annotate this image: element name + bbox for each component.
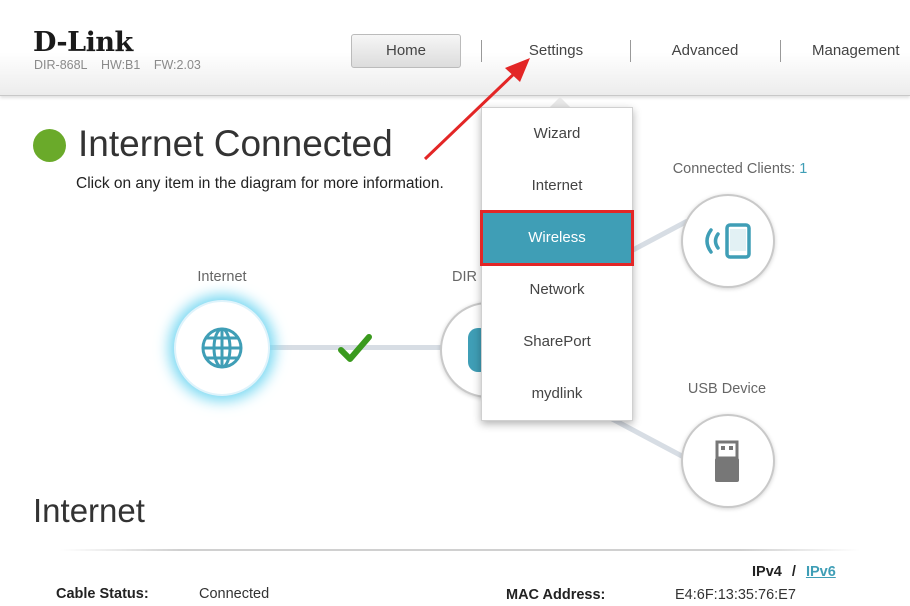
menu-item-wireless[interactable]: Wireless <box>480 210 634 266</box>
nav-advanced[interactable]: Advanced <box>640 34 770 68</box>
cable-status-label: Cable Status: <box>56 586 149 602</box>
header-bar: D-Link DIR-868L HW:B1 FW:2.03 Home Setti… <box>0 0 910 96</box>
internet-section-title: Internet <box>33 492 145 529</box>
section-divider <box>60 549 860 551</box>
page-subtitle: Click on any item in the diagram for mor… <box>76 175 444 192</box>
menu-item-internet[interactable]: Internet <box>482 160 632 212</box>
wireless-device-icon <box>705 223 751 259</box>
ip-separator: / <box>791 564 796 580</box>
menu-item-network[interactable]: Network <box>482 264 632 316</box>
clients-count: 1 <box>799 161 808 177</box>
menu-item-mydlink[interactable]: mydlink <box>482 368 632 420</box>
nav-home-button[interactable]: Home <box>351 34 461 68</box>
ip-version-switch: IPv4 / IPv6 <box>752 564 836 580</box>
clients-node-label: Connected Clients: 1 <box>655 161 825 177</box>
globe-icon <box>201 327 243 369</box>
menu-item-shareport[interactable]: SharePort <box>482 316 632 368</box>
clients-node[interactable] <box>681 194 775 288</box>
nav-settings[interactable]: Settings <box>491 34 621 68</box>
clients-label-text: Connected Clients: <box>672 161 796 177</box>
nav-separator <box>780 40 781 62</box>
cable-status-value: Connected <box>199 586 270 602</box>
mac-address-label: MAC Address: <box>506 587 606 603</box>
menu-item-wizard[interactable]: Wizard <box>482 108 632 160</box>
ipv6-link[interactable]: IPv6 <box>806 564 836 580</box>
internet-node-label: Internet <box>197 269 247 285</box>
usb-node-label: USB Device <box>687 381 767 397</box>
nav-separator <box>630 40 631 62</box>
ipv4-tab[interactable]: IPv4 <box>752 564 782 580</box>
usb-drive-icon <box>715 440 739 482</box>
settings-dropdown: Wizard Internet Wireless Network SharePo… <box>480 107 634 421</box>
mac-address-value: E4:6F:13:35:76:E7 <box>675 587 796 603</box>
nav-separator <box>481 40 482 62</box>
internet-node[interactable] <box>174 300 270 396</box>
usb-node[interactable] <box>681 414 775 508</box>
status-indicator <box>33 129 66 162</box>
nav-management[interactable]: Management <box>800 34 910 68</box>
main-nav: Home Settings Advanced Management <box>0 34 910 68</box>
check-icon <box>338 334 372 362</box>
page-title: Internet Connected <box>78 123 393 164</box>
